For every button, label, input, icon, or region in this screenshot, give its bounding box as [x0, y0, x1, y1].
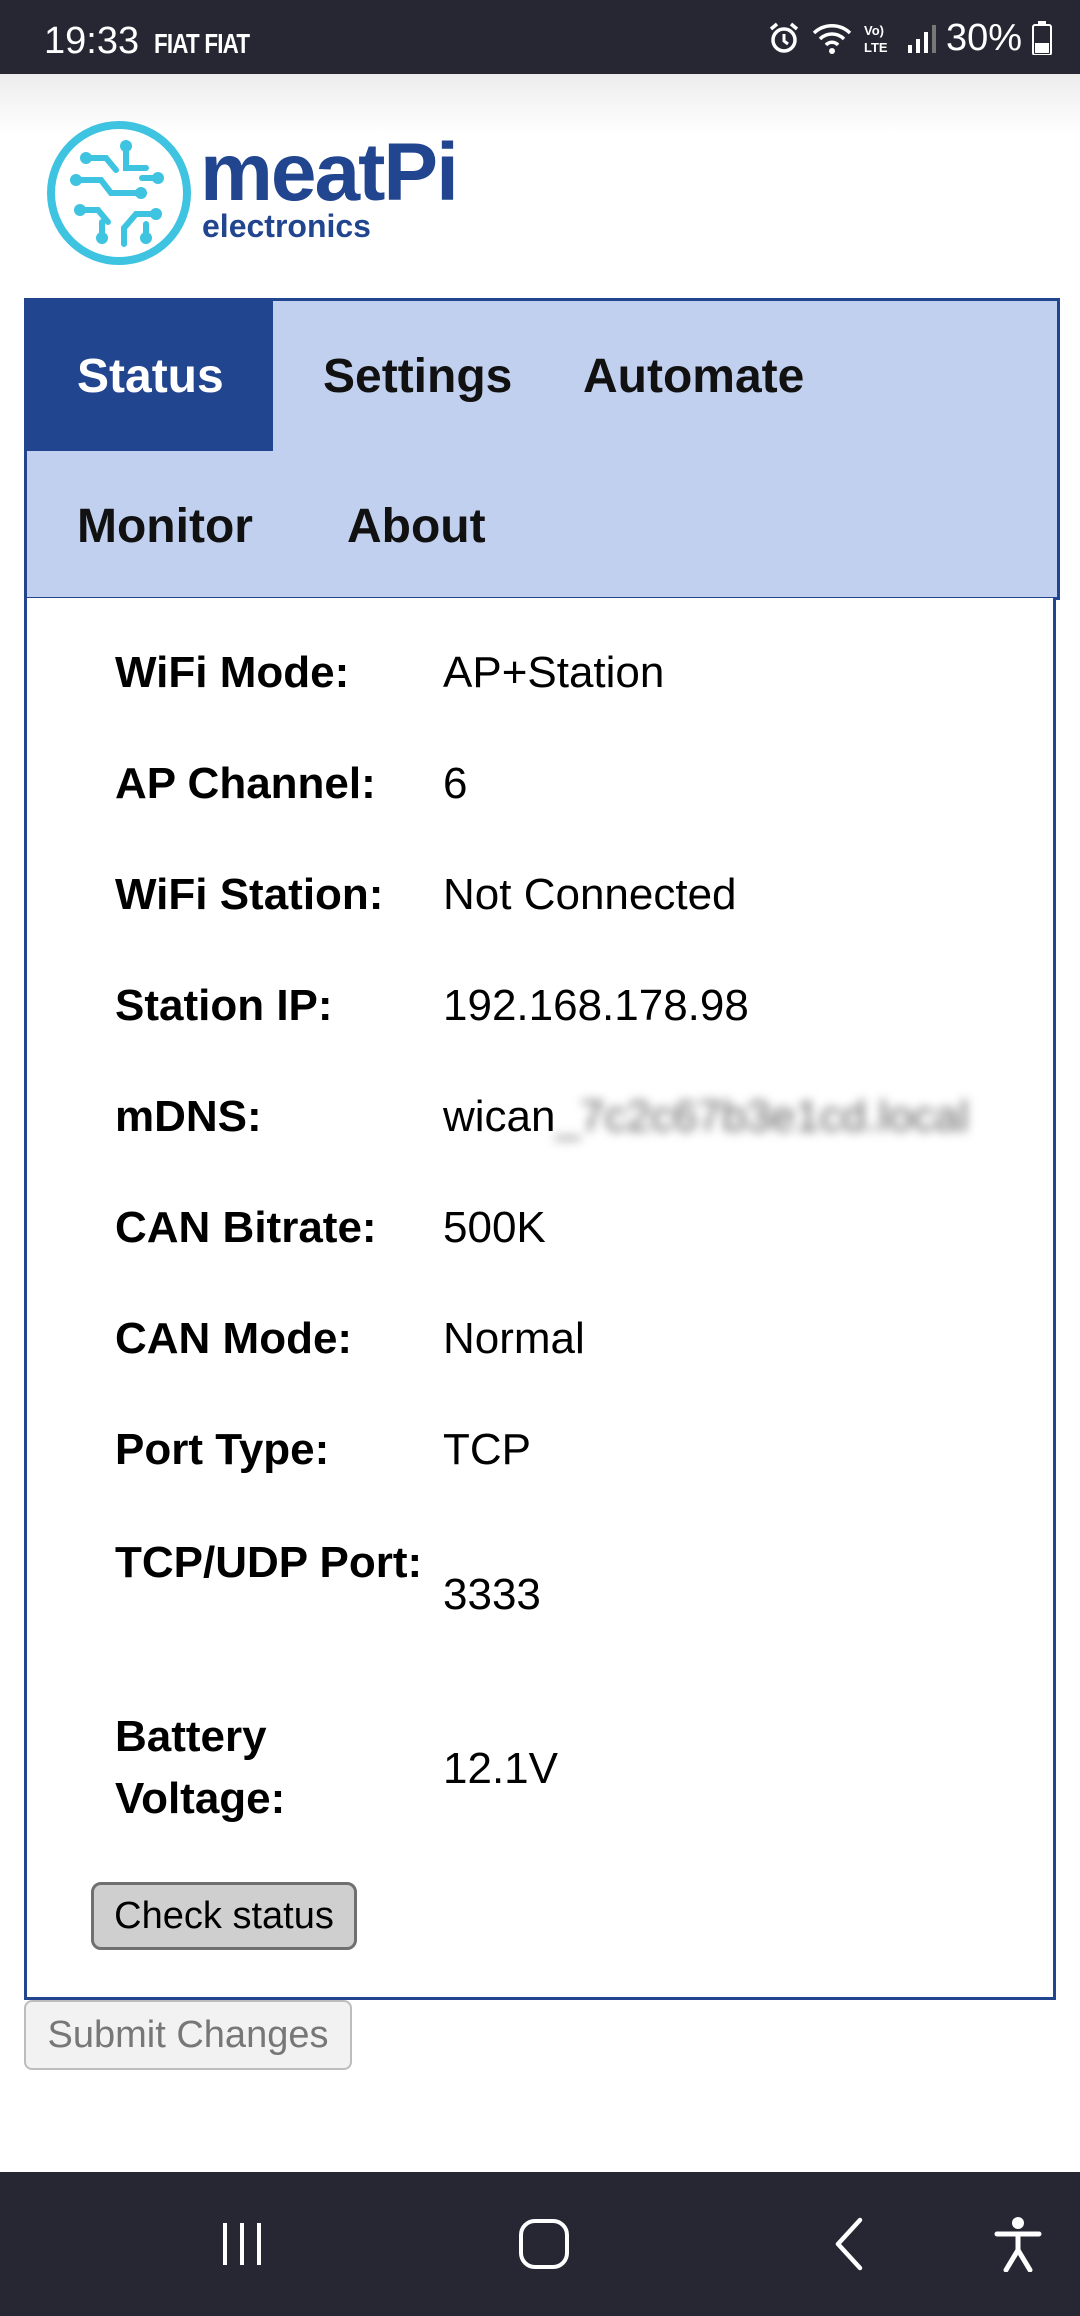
clock: 19:33	[44, 20, 140, 62]
check-status-button[interactable]: Check status	[91, 1882, 357, 1950]
tab-label: About	[347, 499, 486, 553]
circuit-logo-icon	[47, 121, 191, 265]
tab-label: Settings	[323, 349, 513, 403]
row-value: Normal	[443, 1314, 585, 1363]
row-value: TCP	[443, 1425, 531, 1474]
status-icons: Vo) LTE 30%	[766, 16, 1052, 59]
system-status-bar: 19:33 FIAT FIAT Vo) LTE 30%	[0, 0, 1080, 74]
row-label: WiFi Mode:	[115, 648, 350, 697]
row-value: 12.1V	[443, 1744, 558, 1793]
recent-apps-button[interactable]	[202, 2212, 282, 2276]
row-value: 6	[443, 759, 468, 808]
row-value: wican_7c2c67b3e1cd.local	[443, 1086, 969, 1148]
tab-label: Automate	[583, 349, 805, 403]
volte-icon: Vo) LTE	[862, 20, 896, 56]
back-icon	[835, 2217, 863, 2271]
tab-about[interactable]: About	[297, 451, 517, 601]
tab-monitor[interactable]: Monitor	[27, 451, 297, 601]
submit-changes-button[interactable]: Submit Changes	[24, 2000, 352, 2070]
battery-percent: 30%	[945, 16, 1022, 59]
home-icon	[519, 2219, 569, 2269]
back-button[interactable]	[808, 2212, 888, 2276]
row-label: CAN Bitrate:	[115, 1203, 377, 1252]
row-label: mDNS:	[115, 1092, 262, 1141]
svg-text:Vo): Vo)	[864, 23, 884, 38]
accessibility-icon	[994, 2217, 1042, 2272]
wifi-icon	[812, 21, 852, 55]
meatpi-logo: meatPi electronics	[46, 118, 466, 268]
signal-icon	[906, 23, 936, 53]
row-value: 500K	[443, 1203, 546, 1252]
tab-label: Monitor	[77, 499, 253, 553]
row-value: 3333	[443, 1570, 541, 1619]
tab-automate[interactable]: Automate	[533, 301, 833, 451]
tab-status[interactable]: Status	[27, 301, 273, 451]
logo-subtitle: electronics	[202, 208, 371, 244]
row-label: CAN Mode:	[115, 1314, 353, 1363]
battery-icon	[1032, 21, 1052, 55]
row-value: Not Connected	[443, 870, 737, 919]
row-value: AP+Station	[443, 648, 665, 697]
alarm-icon	[766, 20, 802, 56]
tab-settings[interactable]: Settings	[273, 301, 533, 451]
status-panel: WiFi Mode: AP+Station AP Channel: 6 WiFi…	[24, 598, 1056, 2000]
row-label: AP Channel:	[115, 759, 376, 808]
tab-bar: Status Settings Automate Monitor About	[24, 298, 1060, 600]
carrier-label: FIAT FIAT	[154, 28, 250, 59]
row-label: Battery Voltage:	[115, 1712, 286, 1823]
system-nav-bar	[0, 2172, 1080, 2316]
home-button[interactable]	[504, 2212, 584, 2276]
row-value: 192.168.178.98	[443, 981, 749, 1030]
recent-apps-icon	[223, 2223, 261, 2265]
row-label: Port Type:	[115, 1425, 330, 1474]
svg-text:LTE: LTE	[864, 40, 888, 55]
row-label: TCP/UDP Port:	[115, 1538, 423, 1587]
row-label: Station IP:	[115, 981, 333, 1030]
mdns-prefix: wican	[443, 1092, 556, 1141]
logo-wordmark: meatPi	[200, 127, 459, 218]
row-label: WiFi Station:	[115, 870, 384, 919]
tab-label: Status	[77, 349, 224, 403]
accessibility-button[interactable]	[978, 2212, 1058, 2276]
mdns-blurred-suffix: _7c2c67b3e1cd.local	[555, 1092, 969, 1141]
